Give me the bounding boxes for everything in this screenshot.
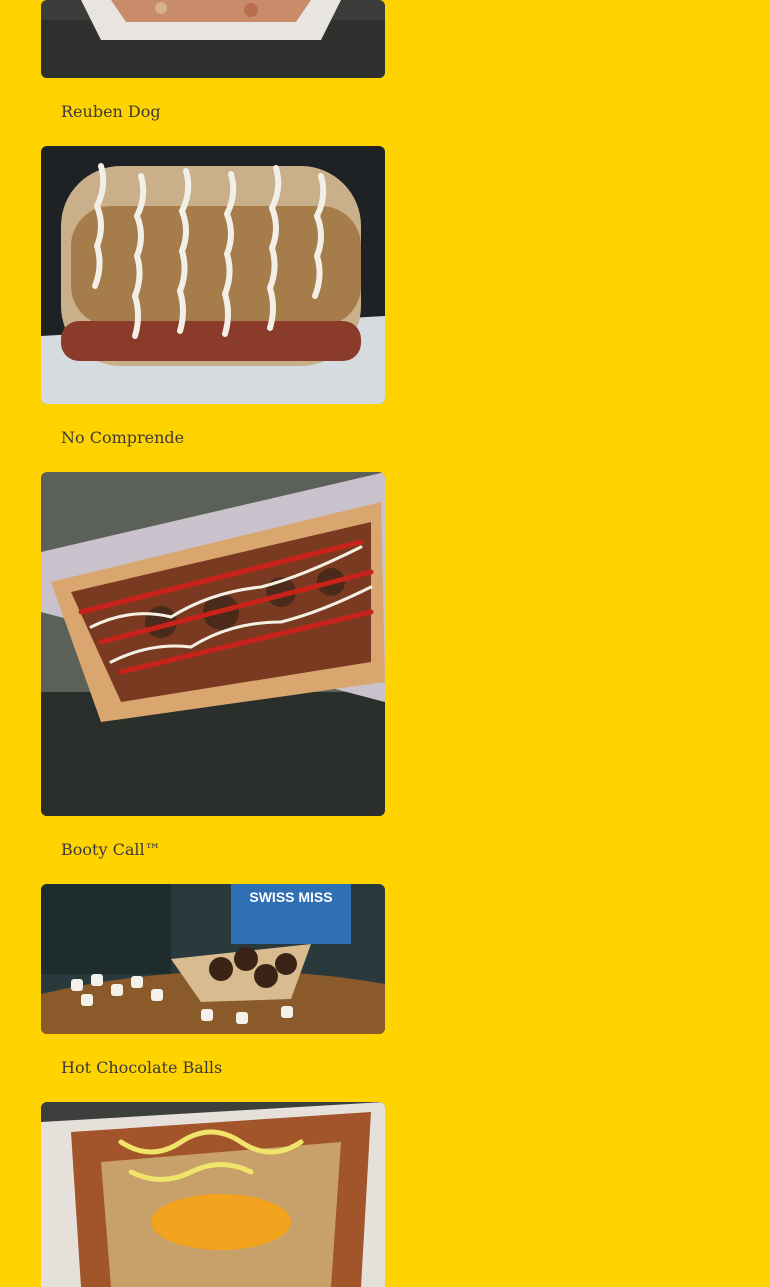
menu-item-image-no-comprende[interactable] (41, 146, 385, 404)
menu-item-image[interactable] (41, 1102, 385, 1287)
packaging-label: SWISS MISS (249, 889, 332, 905)
menu-item-image-hot-chocolate-balls[interactable]: SWISS MISS (41, 884, 385, 1034)
menu-item-image-booty-call[interactable] (41, 472, 385, 816)
menu-item-name: Reuben Dog (61, 102, 161, 121)
menu-item-image-reuben-dog[interactable] (41, 0, 385, 78)
menu-item-name: No Comprende (61, 428, 185, 447)
menu-item-name: Hot Chocolate Balls (61, 1058, 223, 1077)
menu-item-name: Booty Call™ (61, 840, 161, 859)
